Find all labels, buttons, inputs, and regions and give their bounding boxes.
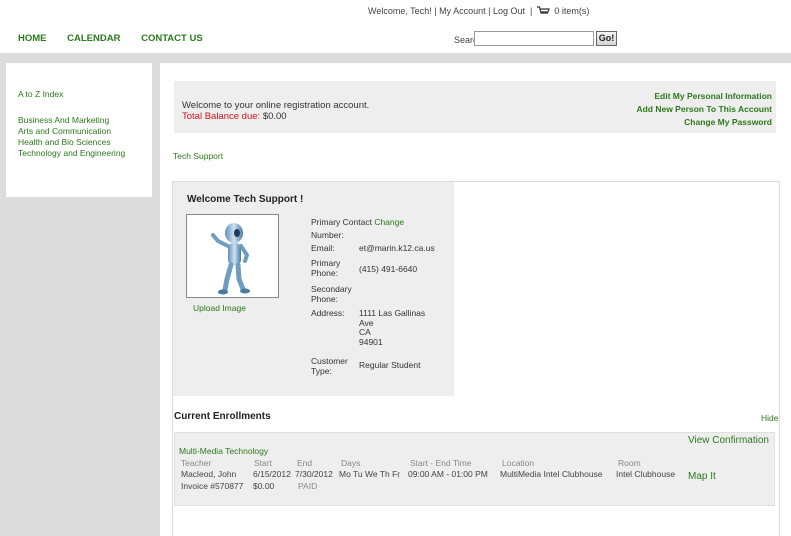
col-teacher: Teacher — [181, 458, 212, 468]
col-room: Room — [618, 458, 641, 468]
main-nav: HOME CALENDAR CONTACT US — [18, 33, 221, 44]
view-confirmation-link[interactable]: View Confirmation — [688, 435, 769, 446]
log-out-link[interactable]: Log Out — [493, 6, 525, 16]
col-location: Location — [502, 458, 535, 468]
my-account-link[interactable]: My Account — [439, 6, 486, 16]
cell-room: Intel Clubhouse — [616, 469, 676, 479]
profile-photo — [186, 214, 279, 298]
edit-personal-info-link[interactable]: Edit My Personal Information — [654, 91, 772, 101]
customer-type-value: Regular Student — [359, 360, 421, 370]
balance-line: Total Balance due: $0.00 — [182, 111, 287, 122]
sidebar-item-technology[interactable]: Technology and Engineering — [18, 148, 125, 159]
cell-location: MultiMedia Intel Clubhouse — [500, 469, 603, 479]
sidebar: A to Z Index Business And Marketing Arts… — [6, 63, 152, 197]
nav-home[interactable]: HOME — [18, 33, 47, 44]
balance-value: $0.00 — [262, 111, 287, 122]
separator: | — [530, 6, 533, 16]
primary-phone-value: (415) 491-6640 — [359, 264, 418, 274]
cart-count[interactable]: 0 item(s) — [554, 6, 589, 16]
header-divider — [0, 53, 791, 63]
cell-start: 6/15/2012 — [253, 469, 291, 479]
change-password-link[interactable]: Change My Password — [684, 117, 772, 127]
course-name-link[interactable]: Multi-Media Technology — [179, 446, 268, 456]
separator: | — [434, 6, 437, 16]
search-input[interactable] — [474, 31, 594, 46]
secondary-phone-label: Secondary Phone: — [311, 284, 352, 304]
sidebar-item-health[interactable]: Health and Bio Sciences — [18, 137, 111, 148]
address-value: 1111 Las Gallinas Ave CA 94901 — [359, 308, 426, 347]
separator: | — [488, 6, 491, 16]
email-label: Email: — [311, 243, 335, 253]
cell-teacher: Macleod, John — [181, 469, 237, 479]
welcome-user-text: Welcome, Tech! — [368, 6, 432, 16]
search-go-button[interactable]: Go! — [596, 31, 617, 46]
address-label: Address: — [311, 308, 345, 318]
invoice-link[interactable]: Invoice #570877 — [181, 481, 243, 491]
add-new-person-link[interactable]: Add New Person To This Account — [636, 104, 772, 114]
enrollments-title: Current Enrollments — [174, 411, 271, 422]
hide-enrollments-link[interactable]: Hide — [761, 413, 778, 423]
a-to-z-index-link[interactable]: A to Z Index — [18, 89, 63, 100]
cell-time: 09:00 AM - 01:00 PM — [408, 469, 488, 479]
payment-status: PAID — [298, 481, 318, 491]
change-contact-link[interactable]: Change — [374, 217, 404, 227]
upload-image-link[interactable]: Upload Image — [193, 303, 246, 313]
col-start: Start — [254, 458, 272, 468]
col-end: End — [297, 458, 313, 468]
cell-end: 7/30/2012 — [295, 469, 333, 479]
sidebar-item-arts[interactable]: Arts and Communication — [18, 126, 111, 137]
number-label: Number: — [311, 230, 344, 240]
nav-calendar[interactable]: CALENDAR — [67, 33, 120, 44]
primary-phone-label: Primary Phone: — [311, 258, 341, 278]
col-time: Start - End Time — [410, 458, 472, 468]
invoice-amount: $0.00 — [253, 481, 275, 491]
profile-title: Welcome Tech Support ! — [187, 194, 304, 205]
sidebar-item-business[interactable]: Business And Marketing — [18, 115, 109, 126]
user-tab-link[interactable]: Tech Support — [173, 151, 223, 161]
nav-contact-us[interactable]: CONTACT US — [141, 33, 203, 44]
balance-label: Total Balance due: — [182, 111, 261, 122]
col-days: Days — [341, 458, 361, 468]
email-value: et@marin.k12.ca.us — [359, 243, 435, 253]
cell-days: Mo Tu We Th Fr — [339, 469, 401, 479]
robot-avatar-icon — [211, 223, 250, 295]
account-bar: Welcome, Tech! | My Account | Log Out | … — [368, 6, 589, 16]
cart-icon[interactable] — [536, 6, 550, 15]
customer-type-label: Customer Type: — [311, 356, 348, 376]
primary-contact-label: Primary Contact Change — [311, 217, 405, 227]
account-welcome-text: Welcome to your online registration acco… — [182, 100, 370, 111]
map-it-link[interactable]: Map It — [688, 471, 716, 482]
